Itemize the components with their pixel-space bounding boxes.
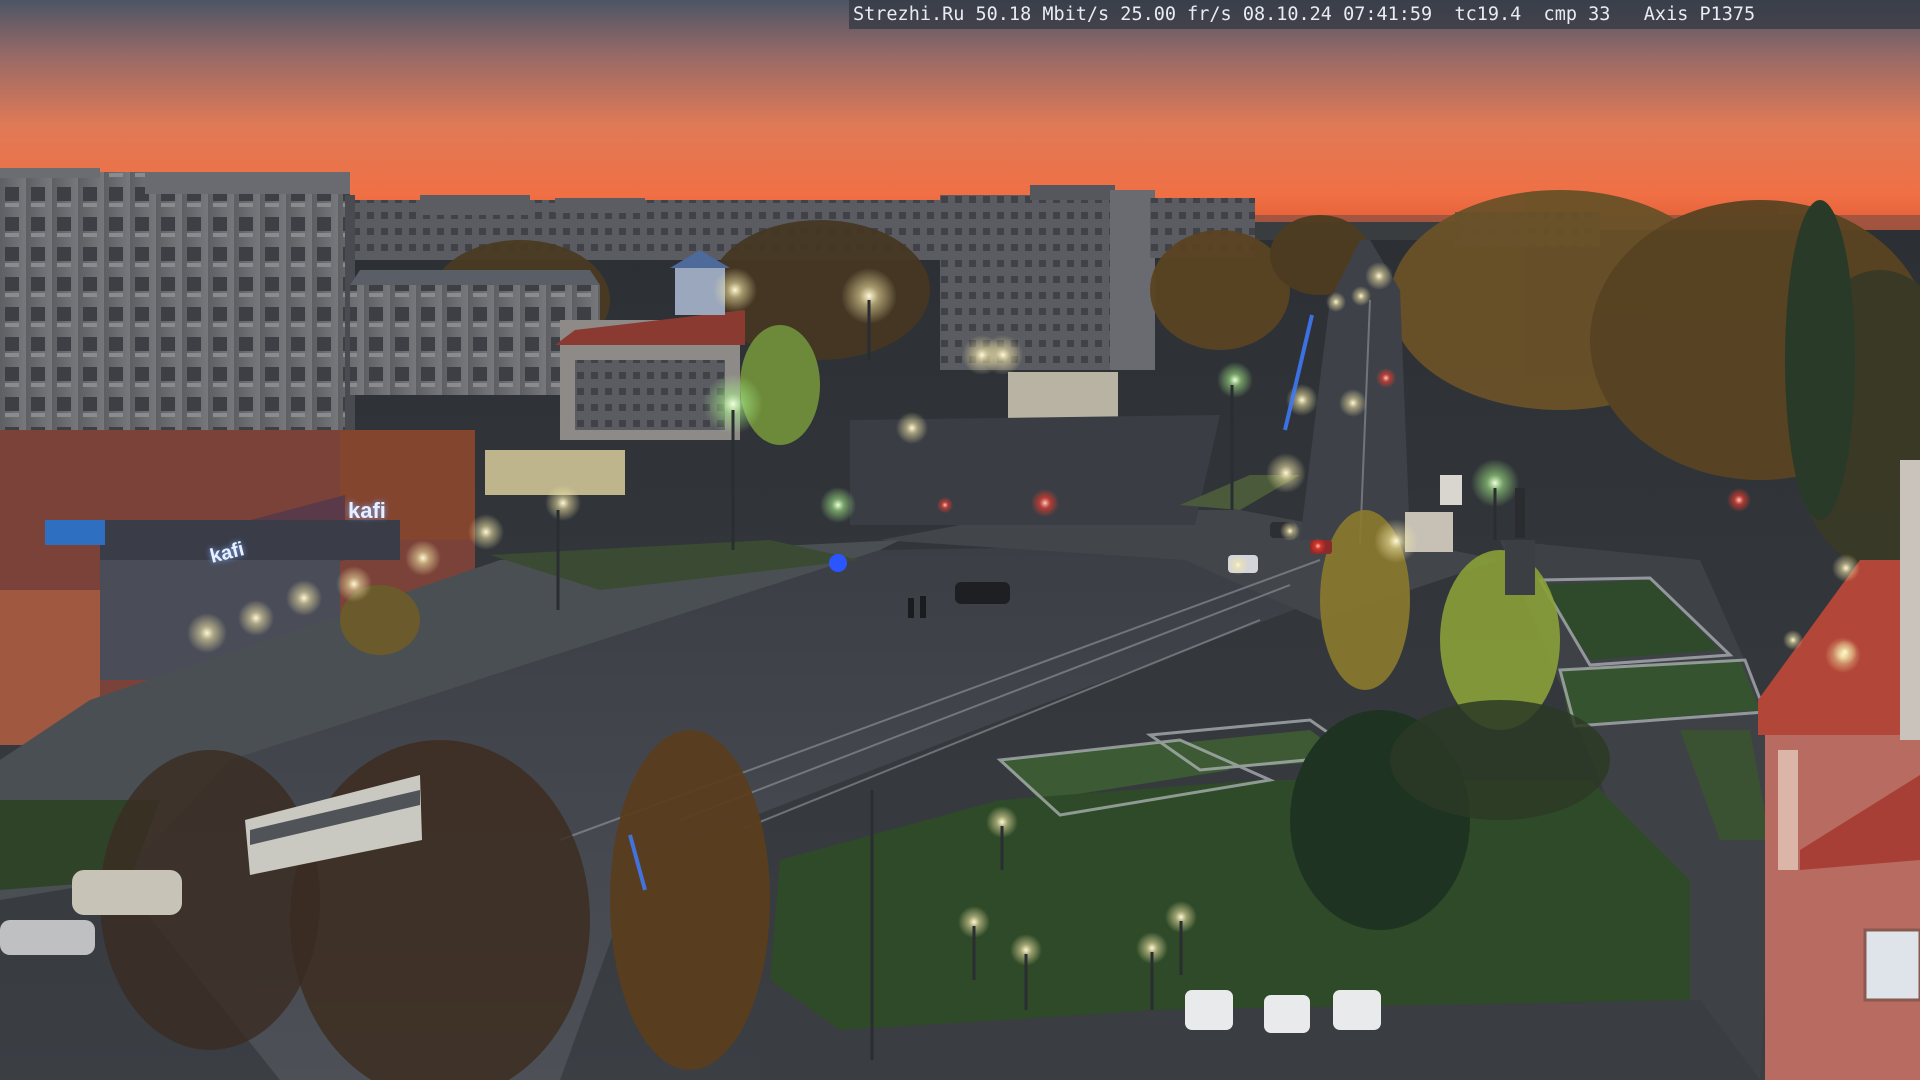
blue-sign [829,554,847,572]
city-street-scene [0,0,1920,1080]
parked-suvs [1185,990,1381,1033]
shop-sign: kafi [348,498,386,523]
camera-overlay-text: Strezhi.Ru 50.18 Mbit/s 25.00 fr/s 08.10… [849,0,1920,29]
webcam-frame: kafi kafi Strezhi.Ru 50.18 Mbit/s 25.00 … [0,0,1920,1080]
